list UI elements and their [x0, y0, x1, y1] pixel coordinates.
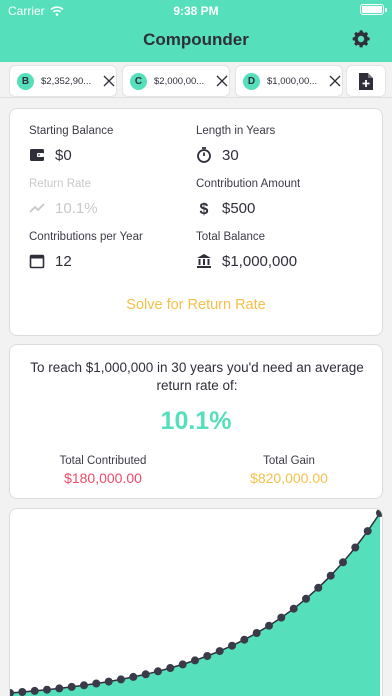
growth-point [10, 689, 14, 696]
close-icon[interactable] [329, 75, 341, 87]
growth-point [228, 641, 236, 650]
growth-point [104, 677, 113, 686]
total-contributed-stat: Total Contributed $180,000.00 [18, 455, 188, 486]
growth-point [154, 667, 162, 676]
growth-point [43, 685, 51, 694]
growth-point [314, 583, 323, 592]
tab-scenario-c[interactable]: C $2,000,00... [122, 65, 230, 97]
result-rate: 10.1% [160, 407, 232, 435]
growth-chart-card [9, 508, 383, 696]
total-balance-field[interactable]: Total Balance $1,000,000 [196, 231, 297, 271]
tab-amount: $2,352,90... [41, 75, 92, 87]
result-description: To reach $1,000,000 in 30 years you'd ne… [30, 360, 364, 393]
nav-header: Carrier 9:38 PM Compounder [0, 0, 392, 62]
battery-icon [360, 4, 387, 15]
growth-point [166, 664, 175, 672]
field-value: 10.1% [55, 199, 98, 217]
growth-area [10, 513, 380, 696]
status-bar: Carrier 9:38 PM [0, 0, 392, 20]
stat-value: $820,000.00 [250, 470, 328, 486]
growth-point [302, 594, 310, 603]
field-label: Length in Years [196, 125, 276, 137]
field-value: 12 [55, 252, 72, 270]
add-scenario-button[interactable] [346, 65, 386, 97]
field-label: Contribution Amount [196, 178, 301, 190]
tab-amount: $2,000,00... [154, 75, 205, 87]
growth-point [363, 527, 372, 536]
trend-icon [29, 203, 45, 213]
growth-point [289, 604, 298, 613]
field-label: Contributions per Year [29, 231, 143, 243]
page-title: Compounder [143, 30, 249, 49]
close-icon[interactable] [216, 75, 228, 87]
growth-point [30, 686, 39, 695]
growth-chart [10, 509, 382, 696]
input-card: Starting Balance $0 Length in Years 30 R… [9, 108, 383, 336]
close-icon[interactable] [103, 75, 115, 87]
tab-scenario-d[interactable]: D $1,000,00... [235, 65, 343, 97]
return-rate-field[interactable]: Return Rate 10.1% [29, 178, 98, 218]
field-label: Return Rate [29, 178, 92, 190]
tab-letter: C [130, 72, 147, 90]
growth-point [129, 672, 138, 681]
tab-letter: D [243, 72, 260, 90]
growth-point [55, 684, 64, 693]
status-time: 9:38 PM [173, 4, 219, 18]
battery-indicator [360, 4, 387, 15]
stat-value: $180,000.00 [64, 470, 142, 486]
growth-point [265, 621, 273, 630]
growth-point [67, 682, 76, 691]
dollar-icon: $ [200, 201, 209, 216]
stat-label: Total Contributed [59, 455, 147, 467]
result-card: To reach $1,000,000 in 30 years you'd ne… [9, 344, 383, 499]
field-label: Starting Balance [29, 125, 114, 137]
starting-balance-field[interactable]: Starting Balance $0 [29, 125, 113, 165]
total-gain-stat: Total Gain $820,000.00 [204, 455, 374, 486]
growth-point [252, 629, 261, 637]
growth-point [191, 656, 199, 665]
growth-point [80, 681, 88, 690]
field-value: $0 [55, 146, 72, 164]
growth-point [141, 670, 150, 679]
growth-point [326, 571, 335, 580]
growth-point [277, 613, 286, 622]
contribution-amount-field[interactable]: Contribution Amount $ $500 [196, 178, 300, 218]
growth-point [178, 660, 187, 669]
contributions-per-year-field[interactable]: Contributions per Year 12 [29, 231, 143, 271]
bank-icon [197, 254, 211, 268]
field-value: 30 [222, 146, 239, 164]
field-label: Total Balance [196, 231, 266, 243]
stopwatch-icon [197, 147, 211, 163]
add-document-icon [359, 72, 373, 90]
solve-return-rate-button[interactable]: Solve for Return Rate [10, 297, 382, 313]
wallet-icon [30, 149, 44, 161]
growth-point [240, 635, 249, 644]
svg-text:$: $ [200, 201, 209, 216]
growth-point [92, 679, 101, 688]
gear-icon[interactable] [350, 28, 372, 50]
growth-point [215, 647, 224, 656]
growth-point [351, 543, 360, 552]
tab-amount: $1,000,00... [267, 75, 318, 87]
growth-point [376, 509, 382, 517]
field-value: $500 [222, 199, 256, 217]
calendar-icon [29, 254, 45, 269]
tab-letter: B [17, 72, 34, 90]
field-value: $1,000,000 [222, 252, 298, 270]
growth-point [203, 652, 212, 660]
growth-point [339, 558, 347, 567]
tab-scenario-b[interactable]: B $2,352,90... [9, 65, 117, 97]
scenario-tabs: B $2,352,90... C $2,000,00... D $1,000,0… [0, 62, 392, 98]
growth-point [117, 675, 125, 684]
growth-point [18, 688, 27, 696]
length-years-field[interactable]: Length in Years 30 [196, 125, 275, 165]
stat-label: Total Gain [263, 455, 315, 467]
